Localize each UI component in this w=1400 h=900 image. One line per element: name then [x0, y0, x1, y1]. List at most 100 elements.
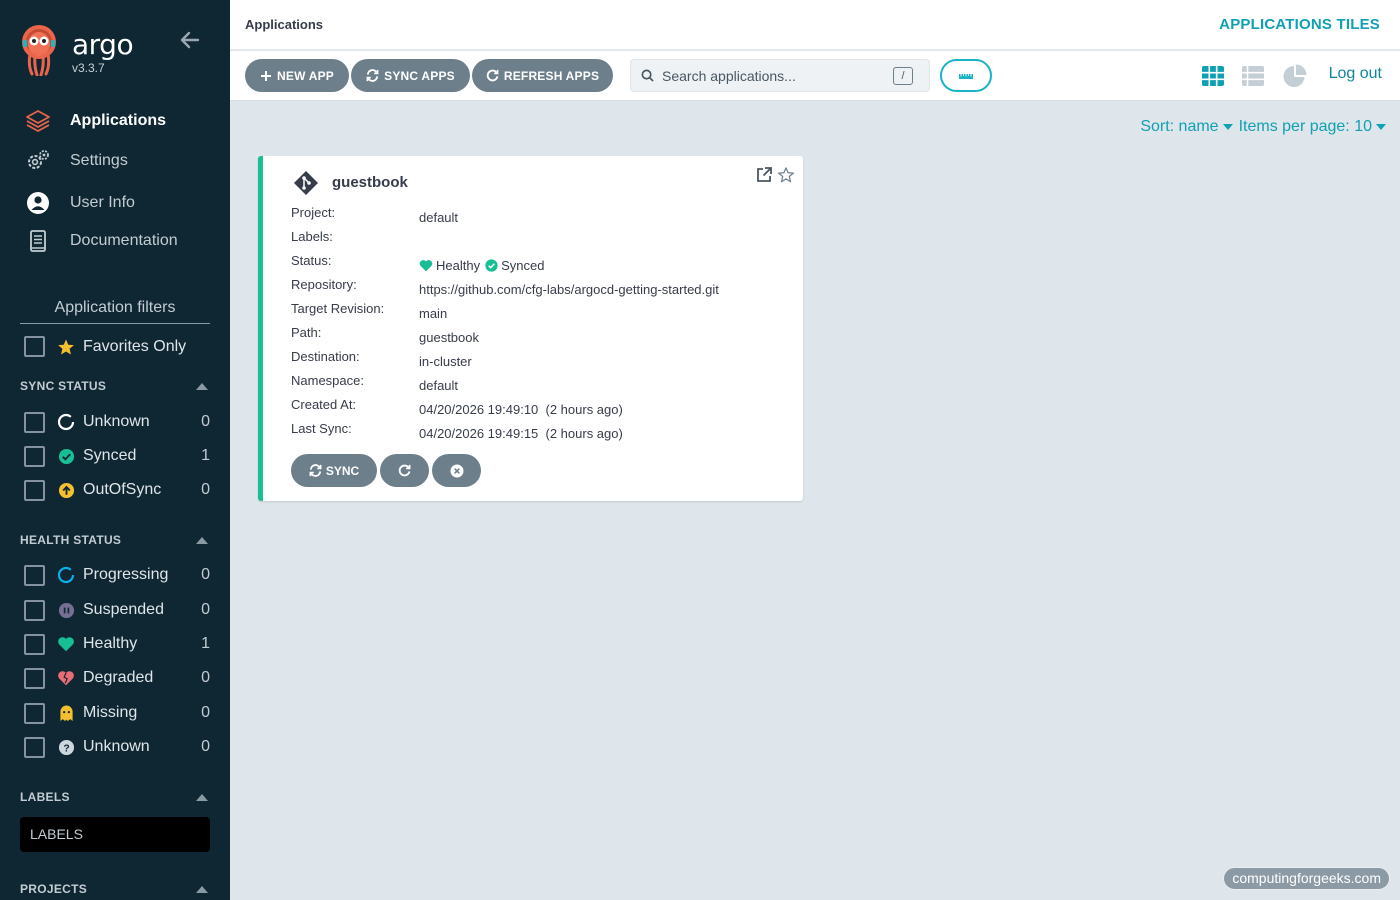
section-title: SYNC STATUS — [20, 379, 107, 393]
filter-checkbox[interactable] — [24, 564, 45, 586]
detail-key: Namespace: — [291, 373, 364, 388]
filter-sync-unknown[interactable]: Unknown 0 — [24, 411, 210, 433]
detail-value: main — [419, 305, 448, 321]
sort-dropdown[interactable]: Sort: name — [1140, 118, 1233, 136]
times-circle-icon — [450, 464, 463, 477]
filter-count: 0 — [201, 669, 210, 686]
sort-controls: Sort: name Items per page: 10 — [1140, 118, 1386, 136]
search-input[interactable] — [662, 67, 887, 84]
filter-checkbox[interactable] — [24, 411, 45, 433]
favorite-star-icon[interactable] — [777, 166, 795, 184]
detail-row-project: Project: default — [291, 205, 719, 229]
argo-octopus-logo[interactable] — [18, 24, 60, 76]
application-tile[interactable]: guestbook Project: default Labels: Status… — [258, 156, 803, 501]
sync-apps-button[interactable]: SYNC APPS — [351, 59, 470, 92]
collapse-triangle-icon[interactable] — [196, 382, 208, 390]
refresh-apps-button[interactable]: REFRESH APPS — [472, 59, 613, 92]
nav-item-documentation[interactable]: Documentation — [24, 228, 178, 254]
ghost-icon — [57, 704, 75, 722]
collapse-sidebar-arrow-icon[interactable] — [178, 28, 202, 52]
tiles-view-icon[interactable] — [1200, 63, 1226, 89]
caret-down-icon — [1376, 124, 1386, 130]
filter-sync-outofsync[interactable]: OutOfSync 0 — [24, 479, 210, 501]
logout-link[interactable]: Log out — [1329, 65, 1382, 83]
sync-icon — [309, 464, 322, 477]
filter-health-unknown[interactable]: ? Unknown 0 — [24, 736, 210, 758]
nav-label: Applications — [70, 112, 167, 129]
breadcrumb[interactable]: Applications — [245, 17, 323, 32]
delete-button[interactable] — [432, 454, 481, 487]
sort-label: Sort: name — [1140, 118, 1219, 135]
filter-health-progressing[interactable]: Progressing 0 — [24, 564, 210, 586]
search-box[interactable]: / — [630, 59, 930, 92]
detail-row-namespace: Namespace: default — [291, 373, 719, 397]
detail-value: default — [419, 209, 459, 225]
nav-item-applications[interactable]: Applications — [24, 108, 166, 134]
version-label: v3.3.7 — [72, 61, 105, 75]
filter-checkbox[interactable] — [24, 667, 45, 689]
filter-label: Missing — [83, 704, 138, 721]
list-view-icon[interactable] — [1240, 63, 1266, 89]
filter-checkbox[interactable] — [24, 736, 45, 758]
search-icon — [641, 69, 654, 82]
search-shortcut-key: / — [893, 66, 913, 85]
detail-value: in-cluster — [419, 353, 472, 369]
filter-count: 0 — [201, 413, 210, 430]
sync-button[interactable]: SYNC — [291, 454, 377, 487]
button-label: REFRESH APPS — [503, 68, 600, 83]
app-name[interactable]: guestbook — [332, 174, 408, 191]
detail-row-created-at: Created At: 04/20/2026 19:49:10 (2 hours … — [291, 397, 719, 421]
filter-health-degraded[interactable]: Degraded 0 — [24, 667, 210, 689]
labels-filter-input[interactable] — [20, 817, 210, 852]
collapse-triangle-icon[interactable] — [196, 793, 208, 801]
filter-health-healthy[interactable]: Healthy 1 — [24, 633, 210, 655]
heart-icon — [419, 259, 433, 271]
nav-item-settings[interactable]: Settings — [24, 148, 128, 174]
filter-sync-synced[interactable]: Synced 1 — [24, 445, 210, 467]
filter-checkbox[interactable] — [24, 702, 45, 724]
filter-checkbox[interactable] — [24, 445, 45, 467]
health-status-text: Healthy — [436, 257, 481, 273]
brand-name: argo — [72, 28, 134, 61]
detail-row-status: Status: Healthy Synced — [291, 253, 719, 277]
filter-checkbox[interactable] — [24, 599, 45, 621]
section-title: LABELS — [20, 790, 70, 804]
filter-label: Degraded — [83, 669, 154, 686]
items-per-page-dropdown[interactable]: Items per page: 10 — [1239, 118, 1386, 136]
filter-label: Synced — [83, 447, 137, 464]
top-header: Applications APPLICATIONS TILES — [230, 0, 1400, 50]
collapse-triangle-icon[interactable] — [196, 885, 208, 893]
filter-health-missing[interactable]: Missing 0 — [24, 702, 210, 724]
section-title: PROJECTS — [20, 882, 88, 896]
repository-url[interactable]: https://github.com/cfg-labs/argocd-getti… — [419, 277, 719, 301]
sync-status-text: Synced — [501, 257, 545, 273]
broken-heart-icon — [57, 669, 75, 687]
filter-count: 0 — [201, 566, 210, 583]
filter-checkbox[interactable] — [24, 479, 45, 501]
refresh-button[interactable] — [380, 454, 429, 487]
refresh-icon — [398, 464, 411, 477]
gears-icon — [24, 148, 52, 174]
filter-health-suspended[interactable]: Suspended 0 — [24, 599, 210, 621]
sync-status-section-header: SYNC STATUS — [20, 379, 210, 393]
filter-label: OutOfSync — [83, 481, 162, 498]
filter-label: Progressing — [83, 566, 169, 583]
new-app-button[interactable]: NEW APP — [245, 59, 349, 92]
detail-row-repository: Repository: https://github.com/cfg-labs/a… — [291, 277, 719, 301]
book-icon — [24, 228, 52, 254]
favorites-only-filter[interactable]: Favorites Only — [24, 336, 186, 357]
detail-key: Labels: — [291, 229, 333, 244]
application-filters-title: Application filters — [20, 299, 210, 324]
filter-label: Unknown — [83, 738, 150, 755]
filter-count: 0 — [201, 738, 210, 755]
filter-checkbox[interactable] — [24, 633, 45, 655]
pie-chart-view-icon[interactable] — [1282, 63, 1308, 89]
circle-notch-icon — [57, 566, 75, 584]
favorites-checkbox[interactable] — [24, 336, 45, 357]
pause-circle-icon — [57, 601, 75, 619]
collapse-triangle-icon[interactable] — [196, 536, 208, 544]
filter-toggle-button[interactable] — [940, 59, 992, 92]
nav-item-user-info[interactable]: User Info — [24, 190, 135, 216]
external-link-icon[interactable] — [755, 166, 773, 184]
detail-row-path: Path: guestbook — [291, 325, 719, 349]
